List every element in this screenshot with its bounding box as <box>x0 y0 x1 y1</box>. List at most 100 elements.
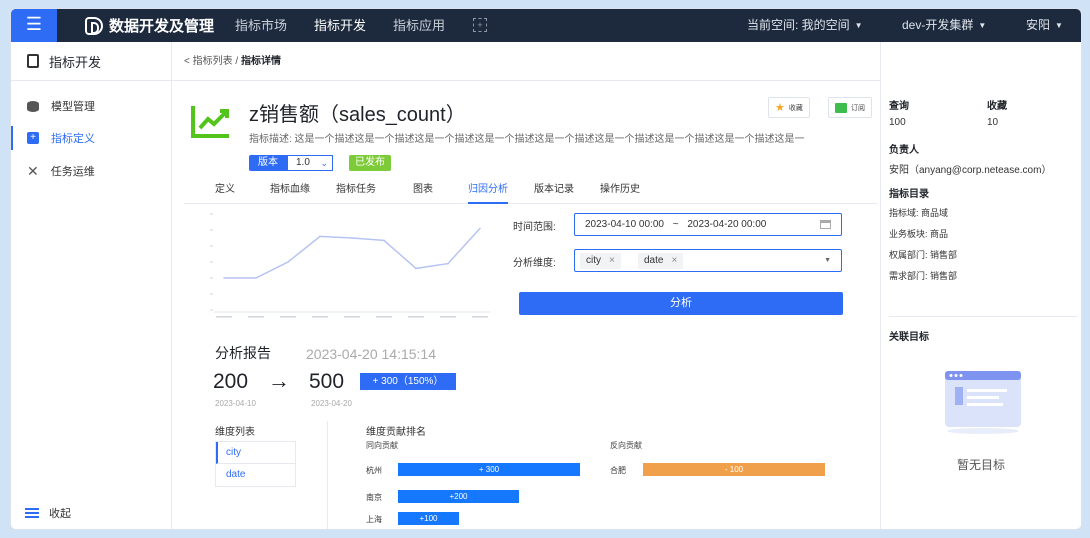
tab-tasks[interactable]: 指标任务 <box>336 179 376 204</box>
tools-icon: ✕ <box>27 163 39 179</box>
x-tick <box>248 316 264 318</box>
rank-city-label: 杭州 <box>366 466 382 475</box>
positive-bar: + 300 <box>398 463 580 476</box>
page-title: z销售额（sales_count） <box>249 104 466 126</box>
user-menu[interactable]: 安阳 ▼ <box>1026 9 1063 42</box>
data-point <box>383 239 385 242</box>
sidebar-item-model[interactable]: 模型管理 <box>11 90 171 122</box>
collect-count-label: 收藏 <box>987 101 1007 112</box>
collect-button[interactable]: ★ 收藏 <box>768 97 810 118</box>
dimension-tag-label: date <box>644 255 664 266</box>
tab-versions[interactable]: 版本记录 <box>534 179 574 204</box>
tab-history[interactable]: 操作历史 <box>600 179 640 204</box>
breadcrumb-back-link[interactable]: < 指标列表 / <box>184 56 241 67</box>
time-end: 2023-04-20 00:00 <box>687 219 767 230</box>
data-point <box>255 277 257 279</box>
positive-bar: +200 <box>398 490 519 503</box>
dimension-tag[interactable]: city × <box>580 253 621 269</box>
dimension-select[interactable]: city × date × ▼ <box>574 249 842 272</box>
dimension-list: city date <box>215 441 296 487</box>
hamburger-icon[interactable]: ☰ <box>11 9 57 42</box>
sidebar-item-label: 模型管理 <box>51 101 95 113</box>
calendar-icon <box>820 220 831 229</box>
tab-bar: 定义 指标血缘 指标任务 图表 归因分析 版本记录 操作历史 <box>184 179 877 204</box>
status-badge: 已发布 <box>349 155 391 171</box>
brand-logo-icon <box>85 16 103 35</box>
collapse-button[interactable]: 收起 <box>25 505 71 521</box>
tab-attribution[interactable]: 归因分析 <box>468 179 508 204</box>
time-range-label: 时间范围: <box>513 222 556 233</box>
query-label: 查询 <box>889 101 909 112</box>
owner-value: 安阳（anyang@corp.netease.com） <box>889 165 1052 176</box>
space-label: 当前空间: 我的空间 <box>747 18 850 32</box>
series-line <box>224 227 481 279</box>
report-title: 分析报告 <box>215 345 271 361</box>
sidebar: 指标开发 模型管理 + 指标定义 ✕ 任务运维 收起 <box>11 42 172 529</box>
arrow-right-icon: → <box>268 368 290 393</box>
catalog-item: 业务板块: 商品 <box>889 229 949 239</box>
owner-label: 负责人 <box>889 145 919 156</box>
collect-count-value: 10 <box>987 117 999 128</box>
catalog-item: 指标域: 商品域 <box>889 208 949 218</box>
nav-metric-dev[interactable]: 指标开发 <box>314 9 366 42</box>
tab-definition[interactable]: 定义 <box>215 179 235 204</box>
collapse-icon <box>25 508 39 518</box>
from-date: 2023-04-10 <box>215 399 256 408</box>
divider <box>327 421 328 529</box>
cluster-selector[interactable]: dev-开发集群 ▼ <box>902 9 986 42</box>
nav-metric-app[interactable]: 指标应用 <box>393 9 445 42</box>
version-select[interactable]: 1.0 ⌄ <box>287 155 333 171</box>
close-icon[interactable]: × <box>609 255 615 266</box>
subscribe-icon <box>835 102 847 113</box>
time-start: 2023-04-10 00:00 <box>585 219 664 230</box>
collapse-label: 收起 <box>49 508 71 520</box>
metric-description: 指标描述: 这是一个描述这是一个描述这是一个描述这是一个描述这是一个描述这是一个… <box>249 134 805 145</box>
add-icon[interactable]: + <box>473 18 487 32</box>
to-date: 2023-04-20 <box>311 399 352 408</box>
rank-city-label: 合肥 <box>610 466 626 475</box>
x-tick <box>344 316 360 318</box>
close-icon[interactable]: × <box>671 255 677 266</box>
report-time: 2023-04-20 14:15:14 <box>306 346 436 362</box>
x-tick <box>472 316 488 318</box>
brand-name: 数据开发及管理 <box>109 18 215 35</box>
catalog-label: 指标目录 <box>889 189 929 200</box>
x-tick <box>312 316 328 318</box>
caret-down-icon: ▼ <box>978 21 987 30</box>
data-point <box>479 227 481 230</box>
sidebar-header: 指标开发 <box>11 42 171 81</box>
x-tick <box>440 316 456 318</box>
data-point <box>223 277 225 279</box>
tab-chart[interactable]: 图表 <box>413 179 433 204</box>
from-value: 200 <box>213 370 249 393</box>
subscribe-button[interactable]: 订阅 <box>828 97 872 118</box>
user-name: 安阳 <box>1026 18 1051 32</box>
x-tick <box>216 316 232 318</box>
dimension-label: 分析维度: <box>513 258 556 269</box>
nav-metric-market[interactable]: 指标市场 <box>235 9 287 42</box>
positive-title: 同向贡献 <box>366 441 398 450</box>
negative-bar: - 100 <box>643 463 825 476</box>
info-panel: 查询 收藏 100 10 负责人 安阳（anyang@corp.netease.… <box>880 42 1081 529</box>
analyze-button[interactable]: 分析 <box>519 292 843 315</box>
empty-state-text: 暂无目标 <box>956 458 1005 472</box>
breadcrumb-current: 指标详情 <box>240 56 281 67</box>
sidebar-item-definition[interactable]: + 指标定义 <box>11 122 171 154</box>
caret-down-icon: ▼ <box>824 257 831 264</box>
data-point <box>447 262 449 265</box>
top-bar: ☰ 数据开发及管理 指标市场 指标开发 指标应用 + 当前空间: 我的空间 ▼ d… <box>11 9 1081 42</box>
dimension-list-title: 维度列表 <box>215 427 255 438</box>
app-window: ☰ 数据开发及管理 指标市场 指标开发 指标应用 + 当前空间: 我的空间 ▼ d… <box>10 8 1082 530</box>
list-item[interactable]: city <box>216 442 295 464</box>
space-selector[interactable]: 当前空间: 我的空间 ▼ <box>747 9 863 42</box>
cluster-label: dev-开发集群 <box>902 18 974 32</box>
tab-lineage[interactable]: 指标血缘 <box>270 179 310 204</box>
brand[interactable]: 数据开发及管理 <box>85 9 214 42</box>
dimension-tag-label: city <box>586 255 601 266</box>
sidebar-item-ops[interactable]: ✕ 任务运维 <box>11 155 171 187</box>
dimension-tag[interactable]: date × <box>638 253 684 269</box>
version-value: 1.0 <box>296 157 310 168</box>
time-separator: ~ <box>672 219 679 230</box>
list-item[interactable]: date <box>216 464 295 486</box>
time-range-picker[interactable]: 2023-04-10 00:00 ~ 2023-04-20 00:00 <box>574 213 842 236</box>
